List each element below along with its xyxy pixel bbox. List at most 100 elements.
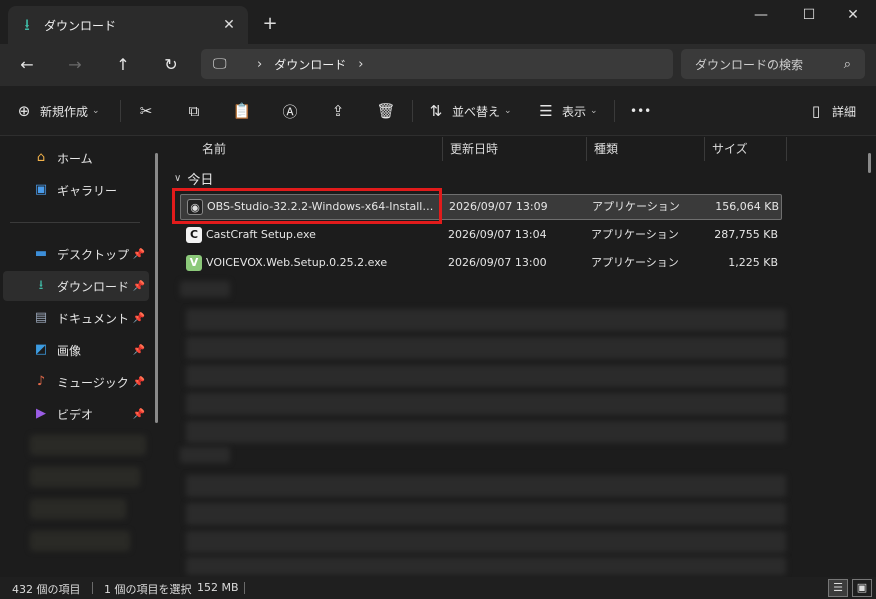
cut-button[interactable]: ✂ [136, 98, 162, 124]
refresh-button[interactable]: ↻ [157, 52, 185, 78]
more-options-button[interactable]: ••• [630, 98, 651, 124]
blurred-group-header [180, 447, 230, 463]
sidebar-item-label: ホーム [57, 151, 93, 166]
download-icon: ⭳ [38, 278, 44, 293]
clipboard-icon: 📋 [232, 102, 252, 120]
back-button[interactable]: ← [13, 52, 41, 78]
plus-circle-icon: ⊕ [17, 102, 31, 120]
sidebar-scrollbar[interactable] [155, 153, 158, 423]
file-size: 156,064 KB [715, 200, 779, 213]
table-row[interactable]: V VOICEVOX.Web.Setup.0.25.2.exe 2026/09/… [180, 251, 782, 277]
table-row[interactable]: C CastCraft Setup.exe 2026/09/07 13:04 ア… [180, 223, 782, 249]
sidebar-item-gallery[interactable]: ▣ ギャラリー [3, 175, 149, 205]
file-name: VOICEVOX.Web.Setup.0.25.2.exe [206, 256, 388, 269]
chevron-down-icon: ⌄ [504, 106, 512, 116]
title-bar: ⭳ ダウンロード ✕ + — ☐ ✕ [0, 0, 876, 44]
tab-close-button[interactable]: ✕ [220, 16, 238, 34]
download-icon: ⭳ [24, 15, 30, 34]
pin-icon: 📌 [132, 248, 145, 260]
sidebar-item-label: デスクトップ [57, 247, 130, 262]
close-window-button[interactable]: ✕ [830, 0, 876, 32]
chevron-down-icon: ∨ [174, 173, 182, 184]
blurred-row [186, 531, 786, 553]
view-label: 表示 [562, 104, 587, 119]
breadcrumb-separator-icon[interactable]: › [358, 57, 363, 72]
pin-icon: 📌 [132, 280, 145, 292]
blurred-row [186, 365, 786, 387]
pictures-icon: ◩ [34, 342, 48, 357]
document-icon: ▤ [34, 310, 48, 325]
sidebar-item-downloads[interactable]: ⭳ ダウンロード 📌 [3, 271, 149, 301]
copy-icon: ⧉ [188, 102, 200, 120]
forward-button[interactable]: → [61, 52, 89, 78]
delete-button[interactable]: 🗑 [376, 98, 402, 124]
file-modified: 2026/09/07 13:04 [448, 228, 547, 241]
search-input[interactable]: ダウンロードの検索 ⌕ [681, 49, 865, 79]
new-tab-button[interactable]: + [258, 12, 282, 36]
paste-button[interactable]: 📋 [232, 98, 258, 124]
sidebar-item-label: ギャラリー [57, 183, 118, 198]
file-modified: 2026/09/07 13:00 [448, 256, 547, 269]
tiles-view-button[interactable]: ▣ [852, 579, 872, 597]
view-icon: ☰ [539, 102, 553, 120]
search-placeholder: ダウンロードの検索 [695, 57, 804, 72]
sidebar-item-label: ダウンロード [57, 279, 130, 294]
sidebar-item-label: ミュージック [57, 375, 129, 390]
divider [10, 222, 140, 223]
address-bar[interactable]: 🖵 › ダウンロード › [201, 49, 673, 79]
blurred-row [186, 309, 786, 331]
column-header-name[interactable]: 名前 [194, 137, 442, 161]
highlight-box [172, 188, 442, 224]
divider [412, 100, 413, 122]
column-header-type[interactable]: 種類 [586, 137, 704, 161]
sidebar-item-documents[interactable]: ▤ ドキュメント 📌 [3, 303, 149, 333]
file-modified: 2026/09/07 13:09 [449, 200, 548, 213]
blurred-folder [30, 499, 126, 519]
breadcrumb-separator-icon: › [257, 56, 263, 72]
selection-size: 152 MB [197, 581, 239, 594]
sort-button[interactable]: ⇅ 並べ替え ⌄ [426, 98, 512, 124]
pin-icon: 📌 [132, 408, 145, 420]
trash-icon: 🗑 [376, 102, 396, 120]
rename-button[interactable]: Ⓐ [280, 98, 306, 124]
sidebar-item-desktop[interactable]: ▬ デスクトップ 📌 [3, 239, 149, 269]
up-button[interactable]: ↑ [109, 52, 137, 78]
breadcrumb-downloads[interactable]: ダウンロード [274, 56, 346, 73]
share-button[interactable]: ⇪ [328, 98, 354, 124]
divider [614, 100, 615, 122]
column-header-modified[interactable]: 更新日時 [442, 137, 586, 161]
chevron-down-icon: ⌄ [590, 106, 598, 116]
divider [120, 100, 121, 122]
column-header-size[interactable]: サイズ [704, 137, 786, 161]
navigation-bar: ← → ↑ ↻ 🖵 › ダウンロード › ダウンロードの検索 ⌕ [0, 44, 876, 86]
pin-icon: 📌 [132, 376, 145, 388]
chevron-down-icon: ⌄ [92, 106, 100, 116]
tab-downloads[interactable]: ⭳ ダウンロード ✕ [8, 6, 248, 44]
group-header-today[interactable]: ∨ 今日 [174, 169, 213, 188]
file-type: アプリケーション [591, 256, 679, 269]
tab-title: ダウンロード [44, 18, 117, 33]
blurred-row [186, 557, 786, 575]
copy-button[interactable]: ⧉ [184, 98, 210, 124]
maximize-button[interactable]: ☐ [786, 0, 832, 32]
view-button[interactable]: ☰ 表示 ⌄ [536, 98, 598, 124]
more-icon: ••• [630, 104, 652, 118]
sidebar-item-pictures[interactable]: ◩ 画像 📌 [3, 335, 149, 365]
sidebar-item-home[interactable]: ⌂ ホーム [3, 143, 149, 173]
file-type: アプリケーション [592, 200, 680, 213]
details-view-button[interactable]: ☰ [828, 579, 848, 597]
blurred-row [186, 503, 786, 525]
minimize-button[interactable]: — [738, 0, 784, 32]
details-pane-button[interactable]: ▯ 詳細 [806, 98, 856, 124]
file-size: 1,225 KB [728, 256, 778, 269]
file-name: CastCraft Setup.exe [206, 228, 316, 241]
sidebar-item-videos[interactable]: ▶ ビデオ 📌 [3, 399, 149, 429]
column-divider[interactable] [786, 137, 787, 161]
file-list-scrollbar[interactable] [868, 153, 871, 173]
sidebar-item-music[interactable]: ♪ ミュージック 📌 [3, 367, 149, 397]
new-button[interactable]: ⊕ 新規作成 ⌄ [14, 98, 100, 124]
scissors-icon: ✂ [139, 102, 153, 120]
sidebar-item-label: 画像 [57, 343, 82, 358]
castcraft-icon: C [186, 227, 202, 243]
divider [92, 582, 93, 594]
